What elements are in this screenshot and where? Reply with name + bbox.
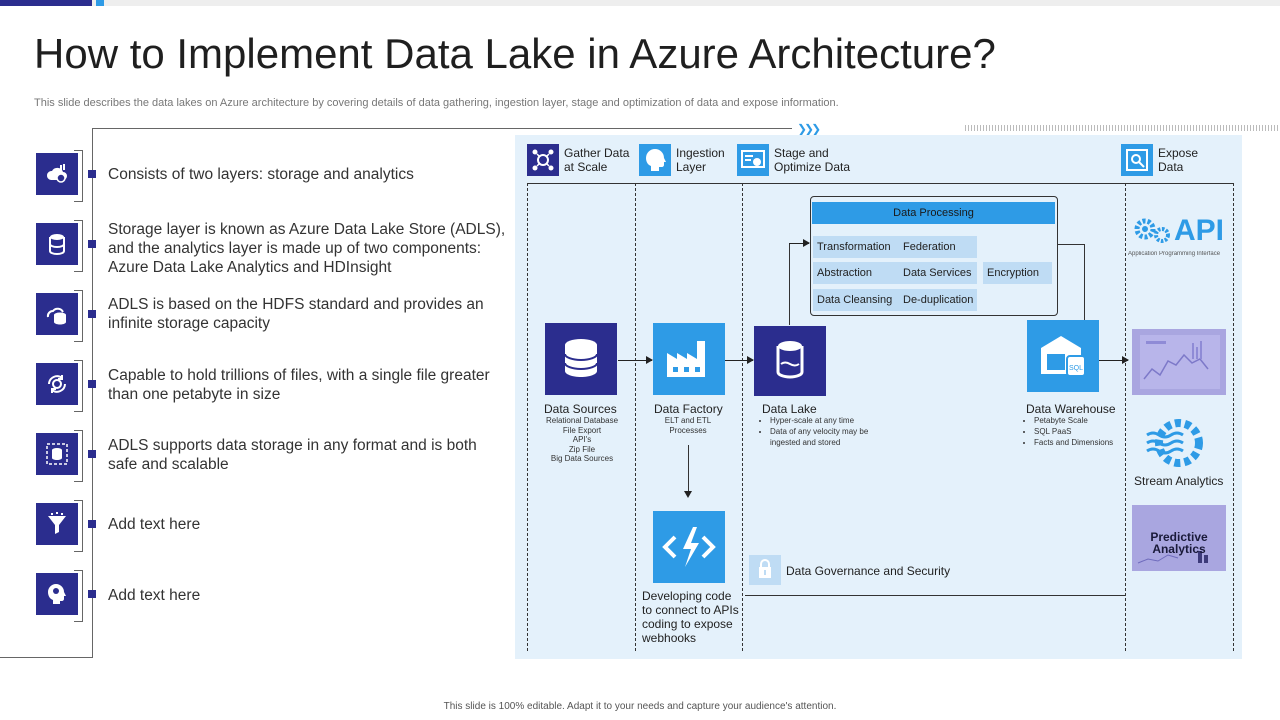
data-warehouse-details: Petabyte ScaleSQL PaaSFacts and Dimensio… <box>1024 415 1124 448</box>
head-idea-icon <box>36 573 78 615</box>
database-icon <box>36 223 78 265</box>
funnel-icon <box>36 503 78 545</box>
column-header-gather: Gather Data at Scale <box>564 146 630 174</box>
top-accent-bar <box>0 0 1280 6</box>
frame-left-line <box>92 128 93 658</box>
data-lake-icon <box>754 326 826 396</box>
predictive-analytics-label: Predictive Analytics <box>1150 530 1208 556</box>
stage-optimize-icon <box>737 144 769 176</box>
header-divider <box>527 183 1234 184</box>
feature-text: ADLS supports data storage in any format… <box>108 437 477 473</box>
gather-data-icon <box>527 144 559 176</box>
flow-arrow <box>618 356 653 364</box>
sync-gear-icon <box>36 363 78 405</box>
column-header-expose: Expose Data <box>1158 146 1199 174</box>
chip-transformation: Transformation <box>813 236 901 258</box>
governance-line <box>745 595 1125 596</box>
svg-text:SQL: SQL <box>1069 365 1083 372</box>
data-warehouse-icon: SQL <box>1027 320 1099 392</box>
chevron-icon: ❯❯❯ <box>797 122 821 136</box>
cloud-data-icon <box>36 153 78 195</box>
data-warehouse-label: Data Warehouse <box>1026 402 1116 416</box>
functions-description: Developing code to connect to APIs codin… <box>642 589 739 645</box>
chip-federation: Federation <box>899 236 977 258</box>
feature-text: Capable to hold trillions of files, with… <box>108 367 490 403</box>
stream-analytics-label: Stream Analytics <box>1134 474 1224 488</box>
azure-functions-icon <box>653 511 725 583</box>
flow-arrow <box>789 239 810 247</box>
expose-data-icon <box>1121 144 1153 176</box>
ingestion-head-icon <box>639 144 671 176</box>
data-factory-details: ELT and ETL Processes <box>664 416 712 435</box>
feature-text: Add text here <box>108 516 201 533</box>
data-factory-icon <box>653 323 725 395</box>
chip-encryption: Encryption <box>983 262 1052 284</box>
footer-note: This slide is 100% editable. Adapt it to… <box>443 701 837 712</box>
feature-text: Add text here <box>108 587 201 604</box>
data-lake-label: Data Lake <box>762 402 817 416</box>
shield-lock-icon <box>749 555 781 585</box>
frame-bottom-line <box>0 657 93 658</box>
column-header-stage: Stage and Optimize Data <box>774 146 851 174</box>
secure-database-icon <box>36 433 78 475</box>
page-title: How to Implement Data Lake in Azure Arch… <box>34 30 996 77</box>
flow-arrow <box>725 356 754 364</box>
feature-text: Consists of two layers: storage and anal… <box>108 166 414 183</box>
data-sources-icon <box>545 323 617 395</box>
chip-data-cleansing: Data Cleansing <box>813 289 901 311</box>
feature-text: ADLS is based on the HDFS standard and p… <box>108 296 484 332</box>
dotted-divider <box>965 125 1280 131</box>
gears-icon <box>1133 209 1173 249</box>
dashboard-thumbnail <box>1132 329 1226 395</box>
flow-arrow <box>1099 356 1129 364</box>
chip-data-services: Data Services <box>899 262 977 284</box>
data-lake-details: Hyper-scale at any timeData of any veloc… <box>760 415 900 448</box>
api-logo-text: API <box>1174 214 1225 247</box>
page-subtitle: This slide describes the data lakes on A… <box>34 97 839 109</box>
governance-label: Data Governance and Security <box>786 564 951 578</box>
down-arrow-icon <box>684 491 692 498</box>
data-sources-label: Data Sources <box>544 402 617 416</box>
column-header-ingestion: Ingestion Layer <box>676 146 725 174</box>
feature-text: Storage layer is known as Azure Data Lak… <box>108 221 506 276</box>
hybrid-storage-icon <box>36 293 78 335</box>
chip-de-duplication: De-duplication <box>899 289 977 311</box>
frame-top-line <box>92 128 792 129</box>
data-factory-label: Data Factory <box>654 402 723 416</box>
data-processing-title: Data Processing <box>812 202 1055 224</box>
chip-abstraction: Abstraction <box>813 262 901 284</box>
data-sources-details: Relational Database File Export API's Zi… <box>545 416 619 463</box>
api-caption: Application Programming Interface <box>1128 251 1221 257</box>
stream-analytics-icon <box>1145 417 1207 469</box>
